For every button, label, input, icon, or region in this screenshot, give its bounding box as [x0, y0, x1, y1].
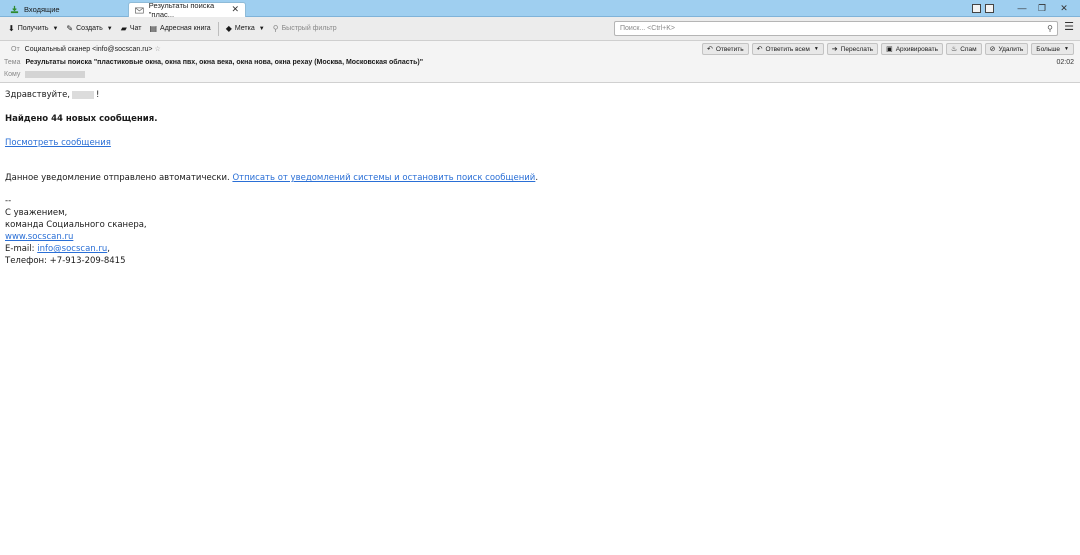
- address-book-label: Адресная книга: [160, 25, 211, 32]
- app-menu-icon[interactable]: ☰: [1064, 22, 1074, 33]
- inbox-download-icon: [10, 5, 19, 14]
- more-label: Больше: [1036, 45, 1061, 53]
- notice-text: Данное уведомление отправлено автоматиче…: [5, 173, 230, 183]
- redacted-name: [72, 91, 95, 99]
- chat-button[interactable]: ▰ Чат: [117, 21, 146, 37]
- spam-flame-icon: ♨: [951, 46, 958, 53]
- message-time: 02:02: [1056, 59, 1074, 66]
- subject-value: Результаты поиска "пластиковые окна, окн…: [25, 59, 424, 66]
- reply-all-button[interactable]: ↶ Ответить всем ▼: [751, 43, 824, 55]
- subject-row: Тема Результаты поиска "пластиковые окна…: [4, 59, 423, 66]
- subject-label: Тема: [4, 59, 21, 66]
- signature-regards: С уважением,: [5, 208, 68, 218]
- spam-label: Спам: [960, 45, 977, 53]
- tab-inbox-label: Входящие: [24, 5, 60, 14]
- search-input[interactable]: Поиск... <Ctrl+K> ⚲: [614, 21, 1058, 36]
- maximize-button[interactable]: ❐: [1032, 2, 1052, 14]
- address-book-icon: ▤: [149, 24, 158, 33]
- view-messages-link[interactable]: Посмотреть сообщения: [5, 137, 111, 149]
- message-header: От Социальный сканер <info@socscan.ru> ☆…: [0, 41, 1080, 83]
- notice-end: .: [535, 173, 539, 183]
- from-row: От Социальный сканер <info@socscan.ru> ☆: [11, 45, 161, 54]
- search-placeholder: Поиск... <Ctrl+K>: [620, 25, 675, 32]
- tasks-icon[interactable]: [985, 4, 994, 13]
- tag-button[interactable]: ◆ Метка ▼: [222, 21, 269, 37]
- quick-filter-label: Быстрый фильтр: [281, 25, 337, 32]
- website-link[interactable]: www.socscan.ru: [5, 232, 73, 242]
- reply-icon: ↶: [706, 46, 713, 53]
- greeting-line: Здравствуйте, !: [5, 89, 99, 101]
- chevron-down-icon[interactable]: ▼: [52, 26, 58, 32]
- forward-icon: ➔: [831, 46, 838, 53]
- tab-inbox[interactable]: Входящие: [4, 2, 124, 17]
- quick-filter-button[interactable]: ⚲ Быстрый фильтр: [269, 21, 341, 37]
- reply-label: Ответить: [715, 45, 744, 53]
- get-mail-button[interactable]: ⬇ Получить ▼: [4, 21, 62, 37]
- compose-label: Создать: [76, 25, 103, 32]
- forward-label: Переслать: [840, 45, 874, 53]
- archive-label: Архивировать: [895, 45, 938, 53]
- spam-button[interactable]: ♨ Спам: [946, 43, 982, 55]
- email-link[interactable]: info@socscan.ru: [37, 244, 107, 254]
- star-icon[interactable]: ☆: [155, 45, 161, 53]
- tab-search-results[interactable]: Результаты поиска "плас... ✕: [128, 1, 246, 19]
- chat-icon: ▰: [120, 24, 127, 33]
- main-toolbar: ⬇ Получить ▼ ✎ Создать ▼ ▰ Чат ▤ Адресна…: [0, 17, 1080, 41]
- from-label: От: [11, 45, 20, 53]
- tab-bar: Входящие Результаты поиска "плас... ✕ — …: [0, 0, 1080, 19]
- delete-button[interactable]: ⊘ Удалить: [984, 43, 1029, 55]
- notice-line: Данное уведомление отправлено автоматиче…: [5, 172, 538, 184]
- get-mail-label: Получить: [17, 25, 49, 32]
- chevron-down-icon[interactable]: ▼: [259, 26, 265, 32]
- delete-label: Удалить: [998, 45, 1024, 53]
- reply-button[interactable]: ↶ Ответить: [701, 43, 749, 55]
- close-tab-icon[interactable]: ✕: [231, 4, 239, 15]
- compose-button[interactable]: ✎ Создать ▼: [62, 21, 116, 37]
- greeting-end: !: [96, 90, 100, 100]
- greeting-text: Здравствуйте,: [5, 90, 71, 100]
- search-icon[interactable]: ⚲: [1047, 24, 1053, 33]
- tag-label: Метка: [234, 25, 255, 32]
- filter-icon: ⚲: [272, 24, 279, 33]
- chevron-down-icon[interactable]: ▼: [814, 46, 819, 52]
- chevron-down-icon: ▼: [1064, 46, 1069, 52]
- close-window-button[interactable]: ✕: [1052, 2, 1076, 14]
- delete-icon: ⊘: [989, 46, 996, 53]
- reply-all-icon: ↶: [756, 46, 763, 53]
- signature: -- С уважением, команда Социального скан…: [5, 195, 147, 267]
- chat-label: Чат: [129, 25, 142, 32]
- address-book-button[interactable]: ▤ Адресная книга: [145, 21, 214, 37]
- calendar-icon[interactable]: [972, 4, 981, 13]
- minimize-button[interactable]: —: [1012, 2, 1032, 14]
- redacted-recipient: [25, 71, 86, 78]
- email-end: ,: [107, 244, 110, 254]
- envelope-icon: [135, 7, 144, 13]
- phone-text: Телефон: +7-913-209-8415: [5, 256, 126, 266]
- pencil-icon: ✎: [66, 24, 74, 33]
- chevron-down-icon[interactable]: ▼: [107, 26, 113, 32]
- toolbar-divider: [217, 21, 219, 36]
- archive-button[interactable]: ▣ Архивировать: [881, 43, 943, 55]
- signature-separator: --: [5, 196, 12, 206]
- download-icon: ⬇: [8, 24, 15, 33]
- to-label: Кому: [4, 71, 21, 78]
- reply-all-label: Ответить всем: [765, 45, 810, 53]
- to-row: Кому: [4, 71, 86, 78]
- more-button[interactable]: Больше ▼: [1031, 43, 1074, 55]
- unsubscribe-link[interactable]: Отписать от уведомлений системы и остано…: [232, 173, 535, 183]
- archive-icon: ▣: [886, 46, 893, 53]
- forward-button[interactable]: ➔ Переслать: [826, 43, 879, 55]
- email-label: E-mail:: [5, 244, 38, 254]
- from-value[interactable]: Социальный сканер <info@socscan.ru>: [25, 46, 153, 53]
- message-actions: ↶ Ответить ↶ Ответить всем ▼ ➔ Переслать ▣ Ар…: [701, 43, 1074, 55]
- signature-team: команда Социального сканера,: [5, 220, 147, 230]
- tag-icon: ◆: [225, 24, 232, 33]
- found-count-text: Найдено 44 новых сообщения.: [5, 114, 158, 124]
